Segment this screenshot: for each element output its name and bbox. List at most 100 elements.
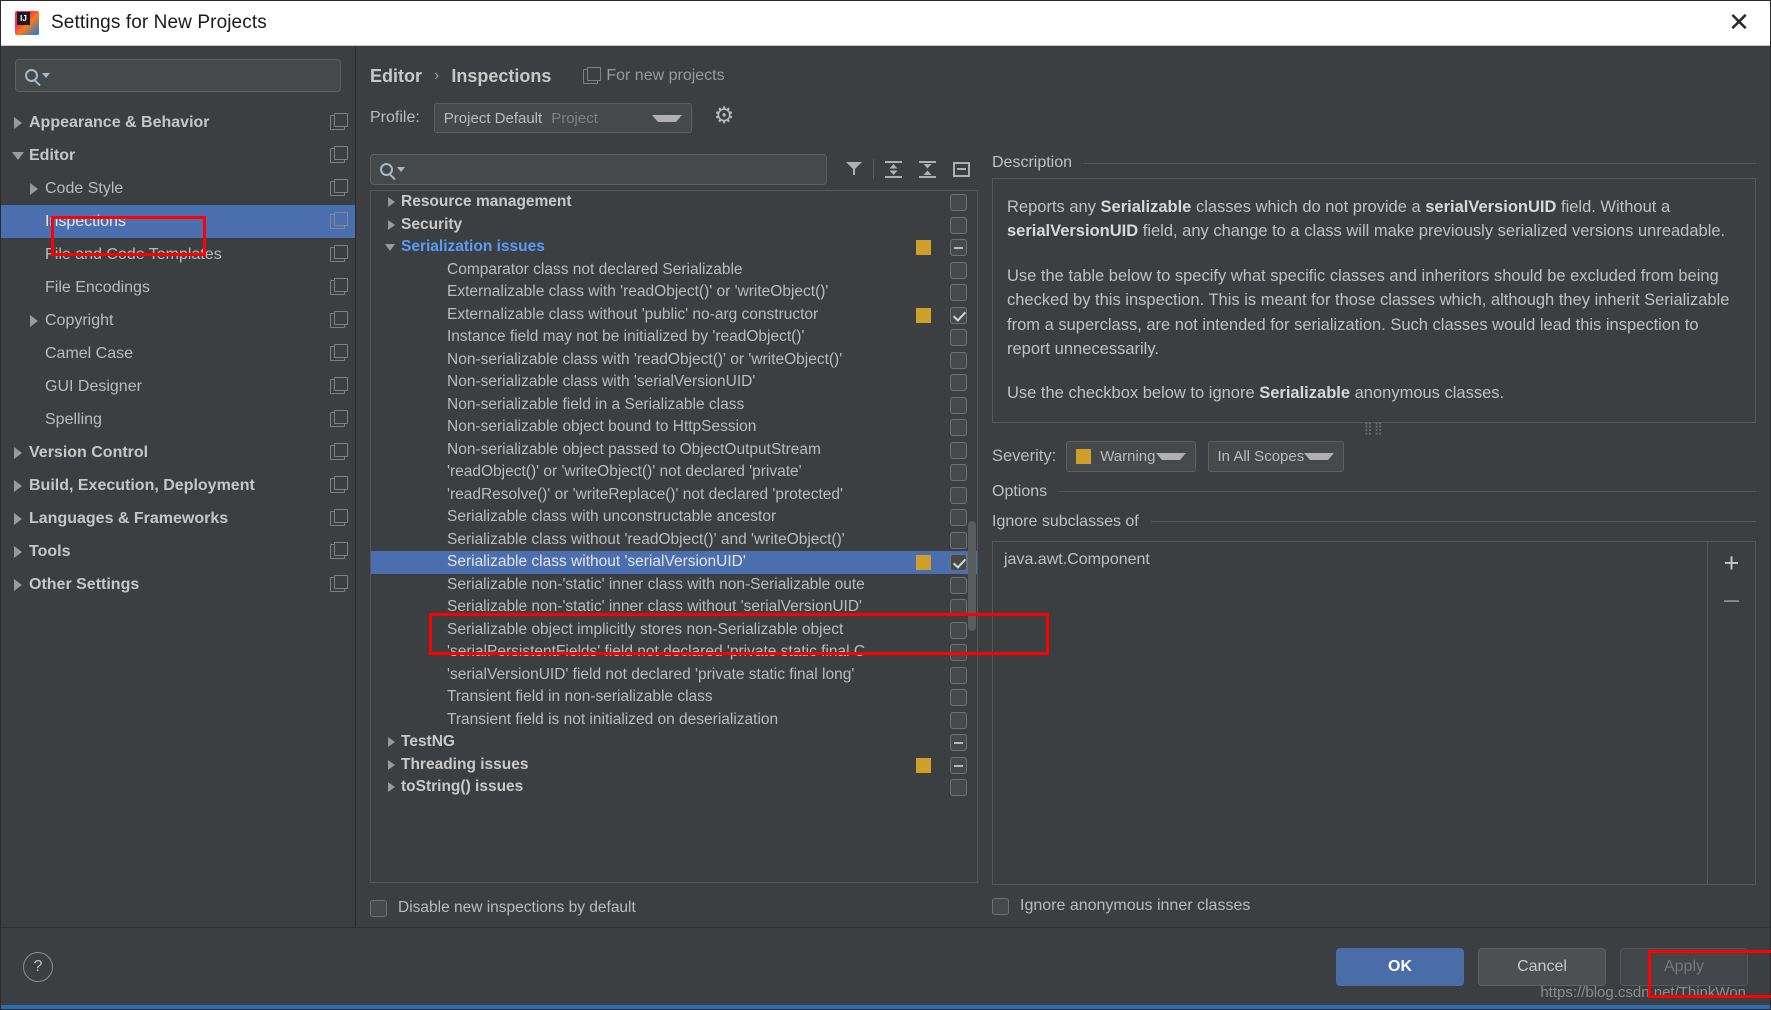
inspection-row[interactable]: 'readObject()' or 'writeObject()' not de…	[371, 461, 977, 484]
inspection-checkbox[interactable]	[950, 216, 967, 234]
inspections-search-box[interactable]	[370, 153, 827, 185]
inspection-row[interactable]: Non-serializable class with 'serialVersi…	[371, 371, 977, 394]
cancel-button[interactable]: Cancel	[1478, 947, 1606, 986]
inspection-checkbox[interactable]	[950, 509, 967, 526]
chevron-right-icon[interactable]	[7, 479, 29, 492]
inspection-checkbox[interactable]	[950, 329, 967, 346]
inspection-row[interactable]: Non-serializable field in a Serializable…	[371, 394, 977, 417]
profile-select[interactable]: Project Default Project	[433, 103, 692, 133]
copy-icon[interactable]	[330, 575, 348, 592]
sidebar-item-file-and-code-templates[interactable]: File and Code Templates	[1, 238, 355, 271]
inspection-checkbox[interactable]	[950, 554, 967, 571]
inspection-checkbox[interactable]	[950, 464, 967, 481]
inspection-checkbox[interactable]	[950, 711, 967, 729]
copy-icon[interactable]	[330, 212, 348, 229]
inspection-row[interactable]: Externalizable class with 'readObject()'…	[371, 281, 977, 304]
copy-icon[interactable]	[330, 410, 348, 427]
inspection-checkbox[interactable]	[950, 194, 967, 211]
inspection-row[interactable]: Security	[371, 214, 977, 237]
sidebar-item-file-encodings[interactable]: File Encodings	[1, 271, 355, 304]
sidebar-item-appearance-behavior[interactable]: Appearance & Behavior	[1, 106, 355, 139]
severity-select[interactable]: Warning	[1066, 441, 1196, 473]
disable-new-inspections-checkbox[interactable]	[370, 899, 387, 917]
ignore-anonymous-checkbox[interactable]	[992, 897, 1009, 915]
inspection-row[interactable]: Serializable class without 'readObject()…	[371, 529, 977, 552]
inspection-checkbox[interactable]	[950, 644, 967, 661]
sidebar-item-other-settings[interactable]: Other Settings	[1, 568, 355, 601]
copy-icon[interactable]	[330, 476, 348, 493]
sidebar-item-camel-case[interactable]: Camel Case	[1, 337, 355, 370]
inspection-row[interactable]: 'serialVersionUID' field not declared 'p…	[371, 664, 977, 687]
inspection-row[interactable]: Non-serializable object passed to Object…	[371, 439, 977, 462]
add-button[interactable]: +	[1724, 549, 1740, 577]
inspection-checkbox[interactable]	[950, 239, 967, 256]
inspection-row[interactable]: 'serialPersistentFields' field not decla…	[371, 641, 977, 664]
inspection-row[interactable]: Non-serializable class with 'readObject(…	[371, 349, 977, 372]
chevron-right-icon[interactable]	[371, 759, 401, 770]
inspection-checkbox[interactable]	[950, 621, 967, 639]
chevron-right-icon[interactable]	[371, 737, 401, 748]
sidebar-item-languages-frameworks[interactable]: Languages & Frameworks	[1, 502, 355, 535]
inspection-row[interactable]: Resource management	[371, 191, 977, 214]
scope-select[interactable]: In All Scopes	[1207, 441, 1345, 473]
gear-icon[interactable]	[714, 102, 736, 129]
inspection-row[interactable]: Transient field is not initialized on de…	[371, 709, 977, 732]
chevron-down-icon[interactable]	[7, 151, 29, 160]
inspection-checkbox[interactable]	[950, 756, 967, 774]
sidebar-item-code-style[interactable]: Code Style	[1, 172, 355, 205]
inspection-checkbox[interactable]	[950, 441, 967, 459]
inspection-checkbox[interactable]	[950, 396, 967, 414]
sidebar-item-version-control[interactable]: Version Control	[1, 436, 355, 469]
close-icon[interactable]: ✕	[1722, 6, 1756, 40]
inspection-checkbox[interactable]	[950, 576, 967, 594]
ignore-anonymous-row[interactable]: Ignore anonymous inner classes	[992, 885, 1756, 927]
chevron-right-icon[interactable]	[371, 197, 401, 208]
inspection-row[interactable]: Serialization issues	[371, 236, 977, 259]
ok-button[interactable]: OK	[1336, 947, 1464, 986]
sidebar-item-spelling[interactable]: Spelling	[1, 403, 355, 436]
inspection-row[interactable]: Serializable class with unconstructable …	[371, 506, 977, 529]
sidebar-item-build-execution-deployment[interactable]: Build, Execution, Deployment	[1, 469, 355, 502]
inspection-checkbox[interactable]	[950, 689, 967, 706]
sidebar-item-gui-designer[interactable]: GUI Designer	[1, 370, 355, 403]
sidebar-search-input[interactable]	[56, 67, 331, 84]
copy-icon[interactable]	[330, 443, 348, 460]
chevron-right-icon[interactable]	[23, 314, 45, 327]
inspection-row[interactable]: Serializable non-'static' inner class wi…	[371, 574, 977, 597]
inspection-row[interactable]: Serializable non-'static' inner class wi…	[371, 596, 977, 619]
inspection-row[interactable]: Externalizable class without 'public' no…	[371, 304, 977, 327]
inspection-row[interactable]: Comparator class not declared Serializab…	[371, 259, 977, 282]
breadcrumb-inspections[interactable]: Inspections	[451, 66, 551, 87]
copy-icon[interactable]	[330, 509, 348, 526]
copy-icon[interactable]	[330, 278, 348, 295]
chevron-right-icon[interactable]	[371, 782, 401, 793]
copy-icon[interactable]	[330, 146, 348, 163]
inspection-row[interactable]: TestNG	[371, 731, 977, 754]
chevron-right-icon[interactable]	[7, 116, 29, 129]
inspection-row[interactable]: Threading issues	[371, 754, 977, 777]
filter-button[interactable]	[837, 154, 871, 184]
chevron-right-icon[interactable]	[7, 446, 29, 459]
inspection-row[interactable]: 'readResolve()' or 'writeReplace()' not …	[371, 484, 977, 507]
inspection-row[interactable]: Non-serializable object bound to HttpSes…	[371, 416, 977, 439]
ignore-subclasses-list[interactable]: java.awt.Component + –	[992, 540, 1756, 885]
copy-icon[interactable]	[330, 179, 348, 196]
inspection-checkbox[interactable]	[950, 261, 967, 279]
reset-button[interactable]	[944, 154, 978, 184]
expand-all-button[interactable]	[876, 154, 910, 184]
chevron-right-icon[interactable]	[371, 219, 401, 230]
inspection-checkbox[interactable]	[950, 351, 967, 369]
inspections-tree[interactable]: Resource management Security Serialization…	[370, 190, 978, 883]
inspection-checkbox[interactable]	[950, 284, 967, 301]
sidebar-search-box[interactable]	[15, 59, 341, 92]
collapse-all-button[interactable]	[910, 154, 944, 184]
chevron-right-icon[interactable]	[7, 545, 29, 558]
chevron-right-icon[interactable]	[7, 512, 29, 525]
chevron-right-icon[interactable]	[23, 182, 45, 195]
copy-icon[interactable]	[330, 542, 348, 559]
inspection-row[interactable]: Instance field may not be initialized by…	[371, 326, 977, 349]
splitter-handle[interactable]: ⣿⣿	[992, 422, 1756, 437]
inspection-checkbox[interactable]	[950, 531, 967, 549]
disable-new-inspections-row[interactable]: Disable new inspections by default	[370, 889, 978, 927]
ignore-subclass-item[interactable]: java.awt.Component	[1004, 551, 1696, 569]
